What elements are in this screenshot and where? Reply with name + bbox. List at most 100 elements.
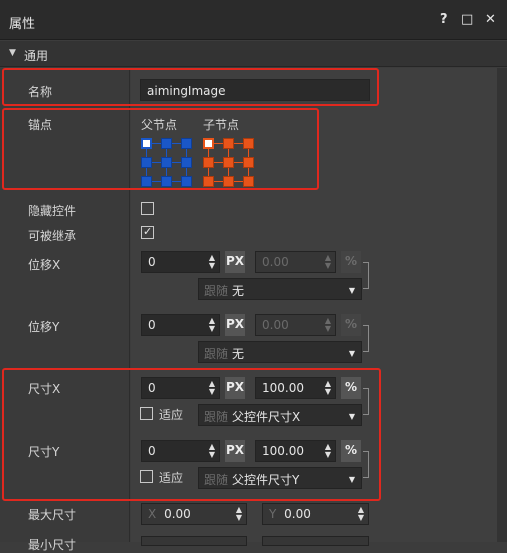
max-size-x-input[interactable]: X 0.00 ▲ ▼: [141, 503, 247, 525]
collapse-arrow-icon[interactable]: ▼: [9, 48, 16, 58]
position-y-px-button[interactable]: PX: [225, 314, 245, 336]
name-label: 名称: [28, 85, 53, 99]
position-x-px-button[interactable]: PX: [225, 251, 245, 273]
min-size-x-input[interactable]: [141, 536, 247, 546]
anchor-point[interactable]: [223, 157, 234, 168]
max-size-y-input[interactable]: Y 0.00 ▲ ▼: [262, 503, 369, 525]
position-x-percent-value: 0.00: [262, 255, 289, 269]
anchor-point[interactable]: [141, 138, 152, 149]
anchor-point[interactable]: [243, 138, 254, 149]
bracket-connector: [363, 388, 369, 415]
position-x-input[interactable]: 0 ▲ ▼: [141, 251, 220, 273]
size-x-input[interactable]: 0 ▲ ▼: [141, 377, 220, 399]
maximize-icon[interactable]: □: [461, 12, 473, 27]
size-y-label: 尺寸Y: [28, 445, 60, 459]
position-y-percent-button[interactable]: %: [341, 314, 361, 336]
caret-down-icon: ▼: [348, 475, 355, 484]
title-bar: 属性 ? □ ✕: [0, 0, 507, 40]
size-y-percent-value: 100.00: [262, 444, 304, 458]
spin-arrows-icon[interactable]: ▲ ▼: [209, 254, 215, 270]
spin-arrows-icon[interactable]: ▲ ▼: [325, 443, 331, 459]
caret-down-icon: ▼: [348, 349, 355, 358]
size-x-percent-button[interactable]: %: [341, 377, 361, 399]
anchor-point[interactable]: [181, 138, 192, 149]
label-column: [0, 68, 130, 542]
size-x-follow-dropdown[interactable]: 跟随 父控件尺寸X ▼: [198, 404, 362, 426]
position-y-follow-dropdown[interactable]: 跟随无 ▼: [198, 341, 362, 363]
section-general-header[interactable]: ▼ 通用: [0, 41, 507, 67]
spin-arrows-icon[interactable]: ▲ ▼: [209, 443, 215, 459]
size-x-percent-value: 100.00: [262, 381, 304, 395]
position-x-percent-button[interactable]: %: [341, 251, 361, 273]
follow-prefix: 跟随: [204, 410, 229, 424]
max-size-x-value: 0.00: [164, 507, 191, 521]
spin-arrows-icon[interactable]: ▲ ▼: [358, 506, 364, 522]
follow-value: 无: [232, 284, 245, 298]
anchor-point[interactable]: [223, 138, 234, 149]
size-y-value: 0: [148, 444, 156, 458]
help-icon[interactable]: ?: [440, 12, 448, 27]
check-icon: ✓: [143, 225, 153, 238]
anchor-point[interactable]: [203, 138, 214, 149]
anchor-point[interactable]: [141, 176, 152, 187]
caret-down-icon: ▼: [348, 412, 355, 421]
size-x-adapt-checkbox[interactable]: [140, 407, 153, 420]
parent-anchor-label: 父节点: [141, 118, 178, 132]
close-icon[interactable]: ✕: [485, 12, 496, 27]
position-x-value: 0: [148, 255, 156, 269]
anchor-point[interactable]: [181, 176, 192, 187]
bracket-connector: [363, 325, 369, 352]
follow-value: 无: [232, 347, 245, 361]
anchor-point[interactable]: [243, 176, 254, 187]
min-size-label: 最小尺寸: [28, 538, 77, 552]
anchor-point[interactable]: [181, 157, 192, 168]
anchor-point[interactable]: [243, 157, 254, 168]
anchor-point[interactable]: [161, 176, 172, 187]
name-input[interactable]: aimingImage: [140, 79, 370, 101]
spin-arrows-icon[interactable]: ▲ ▼: [236, 506, 242, 522]
caret-down-icon: ▼: [348, 286, 355, 295]
size-y-percent-input[interactable]: 100.00 ▲ ▼: [255, 440, 336, 462]
hide-control-label: 隐藏控件: [28, 204, 77, 218]
position-y-percent-value: 0.00: [262, 318, 289, 332]
position-x-follow-dropdown[interactable]: 跟随无 ▼: [198, 278, 362, 300]
size-y-adapt-checkbox[interactable]: [140, 470, 153, 483]
spin-arrows-icon: ▲ ▼: [324, 316, 331, 333]
follow-prefix: 跟随: [204, 473, 229, 487]
size-y-follow-dropdown[interactable]: 跟随 父控件尺寸Y ▼: [198, 467, 362, 489]
anchor-point[interactable]: [161, 138, 172, 149]
anchor-label: 锚点: [28, 118, 53, 132]
size-y-percent-button[interactable]: %: [341, 440, 361, 462]
section-general-label: 通用: [24, 49, 49, 63]
anchor-point[interactable]: [141, 157, 152, 168]
size-x-value: 0: [148, 381, 156, 395]
spin-arrows-icon: ▲ ▼: [324, 253, 331, 270]
position-y-value: 0: [148, 318, 156, 332]
max-size-label: 最大尺寸: [28, 508, 77, 522]
anchor-point[interactable]: [161, 157, 172, 168]
spin-arrows-icon[interactable]: ▲ ▼: [209, 317, 215, 333]
spin-arrows-icon[interactable]: ▲ ▼: [209, 380, 215, 396]
axis-prefix: Y: [269, 507, 277, 521]
bracket-connector: [363, 451, 369, 478]
anchor-point[interactable]: [203, 157, 214, 168]
position-y-input[interactable]: 0 ▲ ▼: [141, 314, 220, 336]
anchor-point[interactable]: [223, 176, 234, 187]
position-y-percent-input: 0.00 ▲ ▼: [255, 314, 336, 336]
follow-prefix: 跟随: [204, 284, 229, 298]
hide-control-checkbox[interactable]: [141, 202, 154, 215]
size-y-px-button[interactable]: PX: [225, 440, 245, 462]
follow-value: 父控件尺寸X: [232, 410, 301, 424]
size-x-percent-input[interactable]: 100.00 ▲ ▼: [255, 377, 336, 399]
min-size-y-input[interactable]: [262, 536, 369, 546]
spin-arrows-icon[interactable]: ▲ ▼: [325, 380, 331, 396]
follow-prefix: 跟随: [204, 347, 229, 361]
max-size-y-value: 0.00: [284, 507, 311, 521]
position-y-label: 位移Y: [28, 320, 60, 334]
anchor-point[interactable]: [203, 176, 214, 187]
size-x-label: 尺寸X: [28, 382, 61, 396]
scrollbar[interactable]: [497, 68, 507, 542]
size-y-input[interactable]: 0 ▲ ▼: [141, 440, 220, 462]
size-x-px-button[interactable]: PX: [225, 377, 245, 399]
inheritable-checkbox[interactable]: ✓: [141, 225, 154, 239]
